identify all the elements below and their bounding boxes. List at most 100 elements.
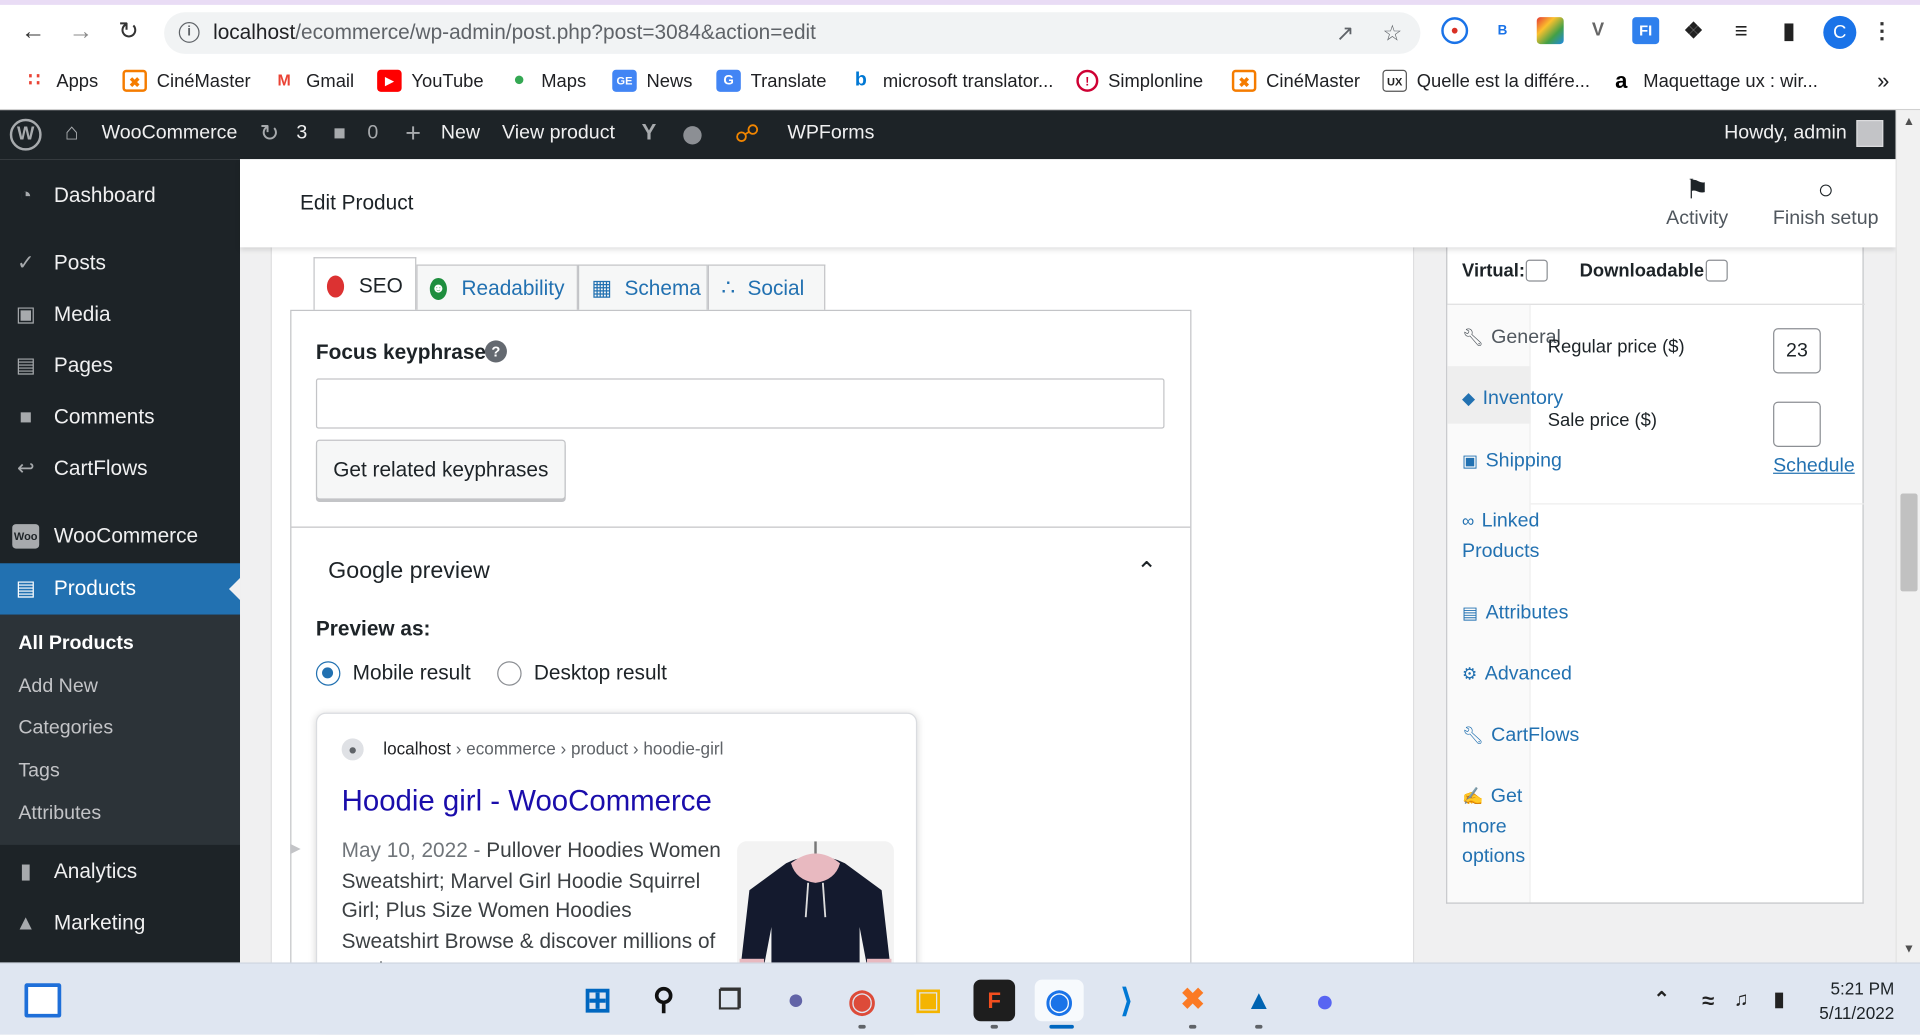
scroll-up-arrow-icon[interactable]: ▲ (1903, 115, 1915, 128)
scrollbar-thumb[interactable] (1900, 493, 1918, 592)
mobile-result-label[interactable]: Mobile result (353, 661, 471, 685)
task-view-icon[interactable]: ❐ (709, 980, 751, 1022)
page-scrollbar[interactable]: ▲ ▼ (1895, 110, 1920, 963)
adminbar-updates-count[interactable]: 3 (296, 122, 307, 144)
adminbar-site-name[interactable]: WooCommerce (102, 122, 238, 144)
search-icon[interactable]: ⚲ (643, 980, 685, 1022)
submenu-all-products[interactable]: All Products (18, 633, 133, 655)
sidebar-item-comments[interactable]: ■ Comments (0, 393, 240, 442)
activity-button[interactable]: ⚑ Activity (1648, 171, 1746, 230)
system-clock[interactable]: 5:21 PM 5/11/2022 (1809, 976, 1894, 1025)
vscode-icon[interactable]: ⟩ (1106, 980, 1148, 1022)
bookmark-cinemaster[interactable]: ✖ CinéMaster (122, 67, 251, 94)
tab-readability[interactable]: ☻ Readability (416, 264, 578, 312)
extension-icon[interactable]: ● (1441, 17, 1469, 45)
pd-tab-shipping[interactable]: ▣ Shipping (1462, 446, 1562, 477)
reload-icon[interactable]: ↻ (111, 15, 145, 49)
mobile-result-radio[interactable] (315, 661, 341, 686)
back-arrow-icon[interactable]: ← (16, 15, 50, 49)
figma-icon[interactable]: F (973, 979, 1016, 1022)
file-explorer-icon[interactable]: ▣ (907, 980, 949, 1022)
sidebar-item-analytics[interactable]: ▮ Analytics (0, 847, 240, 896)
desktop-result-radio[interactable] (497, 661, 522, 686)
collapse-triangle-icon[interactable]: ▶ (290, 840, 300, 856)
bookmark-news[interactable]: GE News (612, 67, 692, 94)
menu-kebab-icon[interactable]: ⋮ (1869, 17, 1896, 44)
help-question-icon[interactable]: ? (484, 340, 507, 363)
scroll-down-arrow-icon[interactable]: ▼ (1903, 943, 1915, 956)
address-url[interactable]: localhost/ecommerce/wp-admin/post.php?po… (213, 21, 816, 45)
sidebar-item-media[interactable]: ▣ Media (0, 290, 240, 339)
sale-price-input[interactable] (1773, 401, 1821, 447)
site-info-icon[interactable]: i (178, 22, 200, 43)
sidebar-item-woocommerce[interactable]: Woo WooCommerce (0, 512, 240, 561)
bookmark-microsoft-translator[interactable]: b microsoft translator... (849, 67, 1054, 94)
downloadable-checkbox[interactable] (1705, 259, 1728, 282)
get-related-keyphrases-button[interactable]: Get related keyphrases (315, 439, 566, 500)
extension-fi-icon[interactable]: FI (1632, 17, 1660, 45)
submenu-tags[interactable]: Tags (18, 760, 59, 782)
bookmark-star-icon[interactable]: ☆ (1382, 21, 1402, 47)
color-extension-icon[interactable] (1536, 17, 1564, 45)
desktop-result-label[interactable]: Desktop result (534, 661, 667, 685)
submenu-add-new[interactable]: Add New (18, 676, 97, 698)
pd-tab-attributes[interactable]: ▤ Attributes (1462, 598, 1568, 629)
sidebar-item-pages[interactable]: ▤ Pages (0, 342, 240, 391)
sidebar-item-dashboard[interactable]: ◔ Dashboard (0, 171, 240, 220)
sidebar-item-cartflows[interactable]: ↩ CartFlows (0, 444, 240, 493)
media-control-icon[interactable]: ≡ (1728, 17, 1755, 44)
wordpress-logo-icon[interactable]: W (9, 118, 42, 151)
extension-b-icon[interactable]: B (1489, 17, 1516, 44)
pd-tab-advanced[interactable]: ⚙ Advanced (1462, 659, 1572, 690)
tab-schema[interactable]: ▦ Schema (577, 264, 708, 312)
discord-icon[interactable]: ● (1304, 980, 1346, 1022)
bookmarks-overflow-chevron[interactable]: » (1877, 67, 1889, 94)
focus-keyphrase-input[interactable] (315, 378, 1165, 429)
tab-seo[interactable]: SEO (313, 257, 417, 314)
windows-start-icon[interactable]: ⊞ (577, 980, 619, 1022)
bookmark-simplonline[interactable]: ! Simplonline (1076, 67, 1203, 94)
bookmark-maps[interactable]: ● Maps (507, 67, 586, 94)
virtual-checkbox[interactable] (1525, 259, 1548, 282)
vuetify-icon[interactable]: V (1585, 17, 1612, 44)
sidebar-item-products[interactable]: ▤ Products (0, 563, 241, 615)
chevron-up-icon[interactable]: ⌃ (1136, 556, 1157, 587)
battery-icon[interactable]: ▮ (1758, 980, 1800, 1022)
comment-bubble-icon[interactable]: ■ (333, 121, 346, 145)
bookmark-apps[interactable]: ∷ Apps (22, 67, 98, 94)
bookmark-translate[interactable]: G Translate (716, 67, 827, 94)
pd-tab-general[interactable]: 🔧︎ General (1462, 322, 1561, 353)
bookmark-blog-ux[interactable]: UX Quelle est la différe... (1382, 67, 1590, 94)
photos-icon[interactable]: ▲ (1238, 980, 1280, 1022)
puzzle-icon[interactable]: ❖ (1680, 17, 1707, 44)
submenu-attributes[interactable]: Attributes (18, 803, 101, 825)
submenu-categories[interactable]: Categories (18, 718, 113, 740)
adminbar-view-product[interactable]: View product (502, 122, 615, 144)
adminbar-howdy[interactable]: Howdy, admin (1724, 122, 1847, 144)
chrome-icon[interactable]: ◉ (841, 980, 883, 1022)
preview-title[interactable]: Hoodie girl - WooCommerce (342, 785, 712, 819)
tab-social[interactable]: ∴ Social (707, 264, 826, 312)
adminbar-new[interactable]: New (441, 122, 480, 144)
tray-chevron-icon[interactable]: ⌃ (1641, 980, 1683, 1022)
address-bar[interactable]: i localhost/ecommerce/wp-admin/post.php?… (164, 12, 1421, 54)
google-preview-heading[interactable]: Google preview (328, 558, 490, 585)
regular-price-input[interactable]: 23 (1773, 328, 1821, 374)
widgets-icon[interactable] (24, 983, 62, 1018)
side-panel-icon[interactable]: ▮ (1776, 17, 1803, 44)
forward-arrow-icon[interactable]: → (64, 15, 98, 49)
bookmark-cinemaster-2[interactable]: ✖ CinéMaster (1231, 67, 1360, 94)
share-icon[interactable]: ↗ (1336, 21, 1354, 47)
yoast-icon[interactable]: Y (642, 120, 657, 146)
pd-tab-linked-products[interactable]: ∞ Linked Products (1462, 506, 1539, 567)
pd-tab-cartflows[interactable]: 🔧︎ CartFlows (1462, 720, 1579, 751)
chrome-profile-icon[interactable]: ◉ (1034, 979, 1084, 1022)
bookmark-maquettage[interactable]: a Maquettage ux : wir... (1609, 67, 1818, 94)
finish-setup-button[interactable]: ○ Finish setup (1771, 171, 1881, 230)
updates-icon[interactable]: ↻ (260, 120, 279, 148)
pd-tab-get-more-options[interactable]: ✍ Get more options (1462, 781, 1525, 872)
admin-avatar[interactable] (1856, 120, 1884, 147)
xampp-icon[interactable]: ✖ (1172, 980, 1214, 1022)
adminbar-wpforms[interactable]: WPForms (787, 122, 874, 144)
teams-chat-icon[interactable]: ● (775, 980, 817, 1022)
